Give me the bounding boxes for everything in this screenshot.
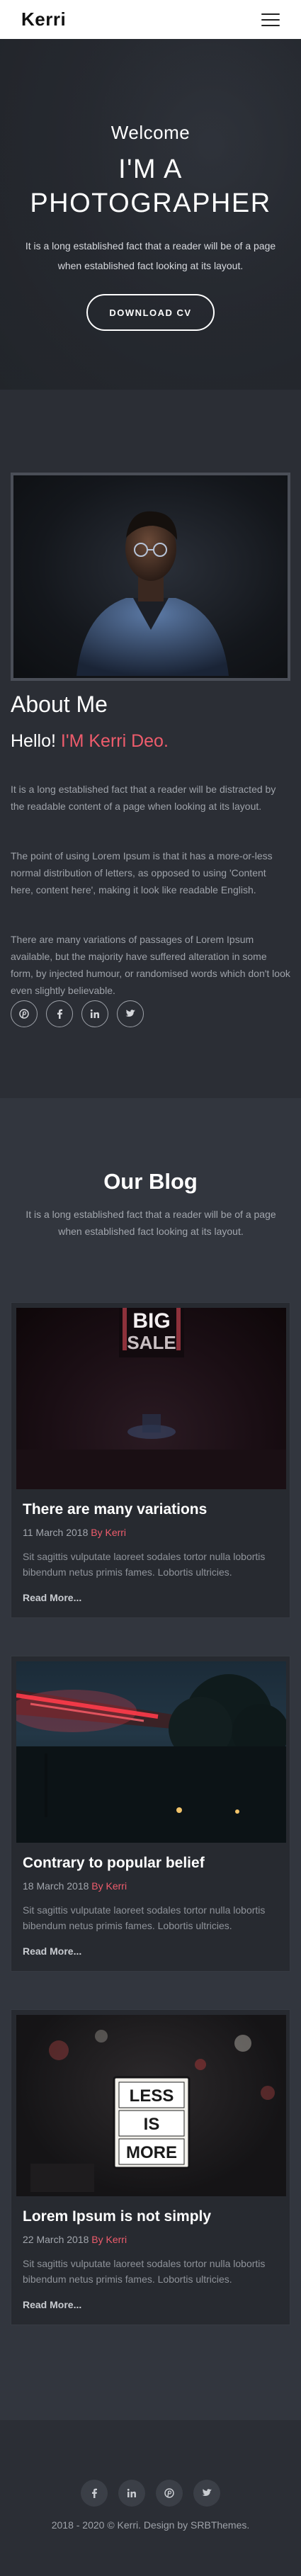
hero-title: I'M A PHOTOGRAPHER	[0, 152, 301, 220]
blog-title-bold: Blog	[148, 1169, 198, 1194]
blog-excerpt-1: Sit sagittis vulputate laoreet sodales t…	[23, 1551, 266, 1578]
brand-logo[interactable]: Kerri	[21, 9, 66, 30]
blog-meta-1: 11 March 2018 By Kerri	[23, 1527, 278, 1538]
read-more-link-2[interactable]: Read More...	[23, 1945, 81, 1957]
read-more-link-3[interactable]: Read More...	[23, 2299, 81, 2310]
sign-word-3: MORE	[126, 2143, 177, 2162]
copyright-text: 2018 - 2020 © Kerri. Design by SRBThemes…	[51, 2519, 250, 2531]
hero-section: Welcome I'M A PHOTOGRAPHER It is a long …	[0, 39, 301, 390]
about-paragraph-3: There are many variations of passages of…	[11, 934, 290, 996]
blog-author-3[interactable]: By Kerri	[91, 2234, 127, 2245]
hamburger-menu-icon[interactable]	[261, 13, 280, 26]
blog-card-1: BIG SALE There are many variations 11 Ma…	[11, 1302, 290, 1618]
linkedin-icon[interactable]	[81, 1000, 108, 1027]
footer-social-links	[0, 2480, 301, 2507]
big-sale-sign: BIG	[132, 1309, 170, 1333]
blog-meta-3: 22 March 2018 By Kerri	[23, 2234, 278, 2245]
blog-author-2[interactable]: By Kerri	[91, 1880, 127, 1892]
blog-date-1: 11 March 2018	[23, 1527, 89, 1538]
twitter-icon[interactable]	[193, 2480, 220, 2507]
about-paragraph-1: It is a long established fact that a rea…	[11, 784, 276, 812]
facebook-icon[interactable]	[46, 1000, 73, 1027]
blog-author-1[interactable]: By Kerri	[91, 1527, 126, 1538]
pinterest-icon[interactable]	[11, 1000, 38, 1027]
page: Kerri Welcome I'M A PHOTOGRAPHER It is a…	[0, 0, 301, 2576]
hero-title-line2: PHOTOGRAPHER	[30, 188, 271, 218]
about-hello: Hello! I'M Kerri Deo.	[11, 731, 169, 752]
read-more-link-1[interactable]: Read More...	[23, 1592, 81, 1603]
linkedin-icon[interactable]	[118, 2480, 145, 2507]
about-photo	[11, 473, 290, 681]
svg-text:SALE: SALE	[127, 1332, 176, 1353]
blog-title-3[interactable]: Lorem Ipsum is not simply	[23, 2208, 278, 2225]
about-social-links	[11, 1000, 144, 1027]
hero-title-line1: I'M A	[118, 154, 183, 184]
about-title: About Me	[11, 691, 108, 717]
pinterest-icon[interactable]	[156, 2480, 183, 2507]
facebook-icon[interactable]	[81, 2480, 108, 2507]
blog-meta-2: 18 March 2018 By Kerri	[23, 1880, 278, 1892]
hello-text: Hello!	[11, 731, 56, 751]
download-cv-button[interactable]: DOWNLOAD CV	[86, 294, 215, 331]
blog-date-2: 18 March 2018	[23, 1880, 89, 1892]
blog-excerpt-2: Sit sagittis vulputate laoreet sodales t…	[23, 1904, 266, 1931]
sign-word-1: LESS	[129, 2086, 174, 2106]
less-is-more-text: LESS IS MORE	[119, 2082, 184, 2167]
blog-subtitle: It is a long established fact that a rea…	[25, 1209, 276, 1237]
blog-card-2: Contrary to popular belief 18 March 2018…	[11, 1656, 290, 1972]
blog-title: Our Blog	[0, 1169, 301, 1194]
footer: 2018 - 2020 © Kerri. Design by SRBThemes…	[0, 2420, 301, 2576]
blog-image-1[interactable]: BIG SALE	[16, 1308, 286, 1489]
sign-word-2: IS	[143, 2115, 160, 2134]
blog-date-3: 22 March 2018	[23, 2234, 89, 2245]
blog-image-2[interactable]	[16, 1661, 286, 1843]
hero-welcome: Welcome	[110, 122, 191, 143]
blog-title-2[interactable]: Contrary to popular belief	[23, 1855, 278, 1872]
blog-card-3: LESS IS MORE Lorem Ipsum is not simply 2…	[11, 2009, 290, 2325]
about-name: I'M Kerri Deo.	[60, 731, 169, 751]
about-paragraph-2: The point of using Lorem Ipsum is that i…	[11, 850, 273, 896]
blog-title-light: Our	[103, 1169, 143, 1194]
blog-image-3[interactable]: LESS IS MORE	[16, 2015, 286, 2196]
blog-title-1[interactable]: There are many variations	[23, 1501, 278, 1518]
blog-excerpt-3: Sit sagittis vulputate laoreet sodales t…	[23, 2258, 266, 2285]
hero-text: It is a long established fact that a rea…	[25, 240, 276, 271]
person-silhouette	[76, 511, 229, 676]
twitter-icon[interactable]	[117, 1000, 144, 1027]
navbar: Kerri	[0, 0, 301, 39]
